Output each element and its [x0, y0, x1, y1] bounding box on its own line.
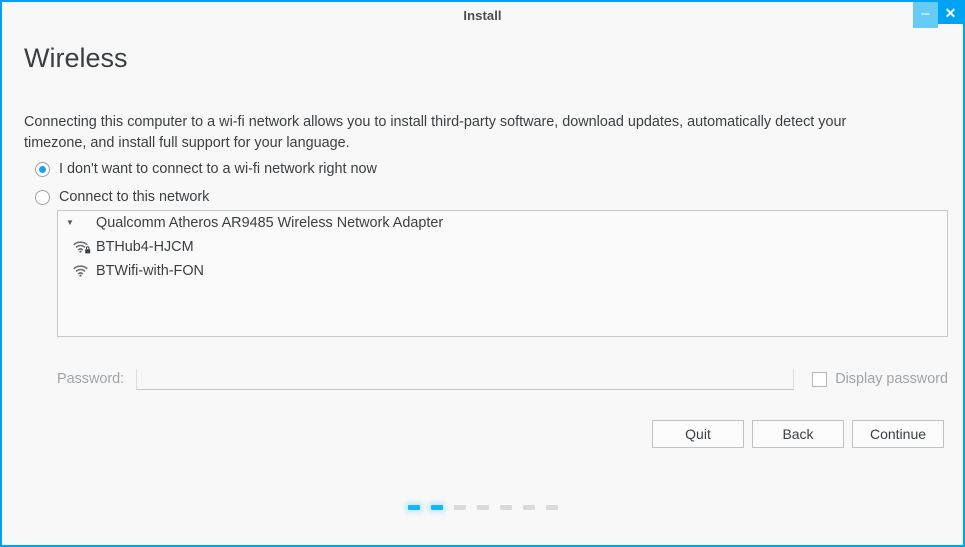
display-password-label: Display password — [835, 371, 948, 387]
button-bar: Quit Back Continue — [652, 420, 944, 448]
minimize-icon: – — [921, 4, 930, 22]
install-window: Install – ✕ Wireless Connecting this com… — [0, 0, 965, 547]
wifi-icon — [73, 265, 88, 277]
password-input[interactable] — [136, 368, 795, 390]
password-label: Password: — [57, 371, 125, 387]
back-button[interactable]: Back — [752, 420, 844, 448]
radio-option-no-connect[interactable]: I don't want to connect to a wi-fi netwo… — [35, 161, 377, 177]
progress-step — [522, 505, 535, 510]
chevron-down-icon[interactable]: ▼ — [62, 219, 78, 227]
minimize-button[interactable]: – — [913, 2, 938, 28]
title-bar: Install — [2, 2, 963, 28]
display-password-checkbox[interactable]: Display password — [812, 371, 948, 387]
wifi-locked-icon — [73, 241, 91, 254]
network-adapter-row[interactable]: ▼ Qualcomm Atheros AR9485 Wireless Netwo… — [58, 211, 947, 235]
close-button[interactable]: ✕ — [938, 2, 963, 24]
network-list[interactable]: ▼ Qualcomm Atheros AR9485 Wireless Netwo… — [57, 210, 948, 337]
quit-button[interactable]: Quit — [652, 420, 744, 448]
network-name: BTHub4-HJCM — [96, 239, 194, 255]
radio-indicator-no-connect[interactable] — [35, 161, 50, 177]
window-controls: – ✕ — [913, 2, 963, 28]
list-item[interactable]: BTWifi-with-FON — [58, 259, 947, 283]
radio-option-connect[interactable]: Connect to this network — [35, 189, 209, 205]
progress-step — [407, 505, 420, 510]
checkbox-indicator[interactable] — [812, 371, 828, 387]
network-name: BTWifi-with-FON — [96, 263, 204, 279]
network-adapter-label: Qualcomm Atheros AR9485 Wireless Network… — [96, 215, 444, 231]
list-item[interactable]: BTHub4-HJCM — [58, 235, 947, 259]
radio-label-no-connect: I don't want to connect to a wi-fi netwo… — [59, 161, 377, 177]
progress-indicator — [2, 505, 963, 510]
progress-step — [545, 505, 558, 510]
continue-button[interactable]: Continue — [852, 420, 944, 448]
radio-label-connect: Connect to this network — [59, 189, 210, 205]
radio-indicator-connect[interactable] — [35, 189, 50, 205]
progress-step — [476, 505, 489, 510]
password-row: Password: Display password — [57, 367, 948, 391]
page-description: Connecting this computer to a wi-fi netw… — [24, 114, 847, 151]
page-title: Wireless — [24, 43, 128, 73]
progress-step — [430, 505, 443, 510]
window-title: Install — [463, 7, 502, 23]
close-icon: ✕ — [944, 5, 957, 21]
progress-step — [499, 505, 512, 510]
progress-step — [453, 505, 466, 510]
